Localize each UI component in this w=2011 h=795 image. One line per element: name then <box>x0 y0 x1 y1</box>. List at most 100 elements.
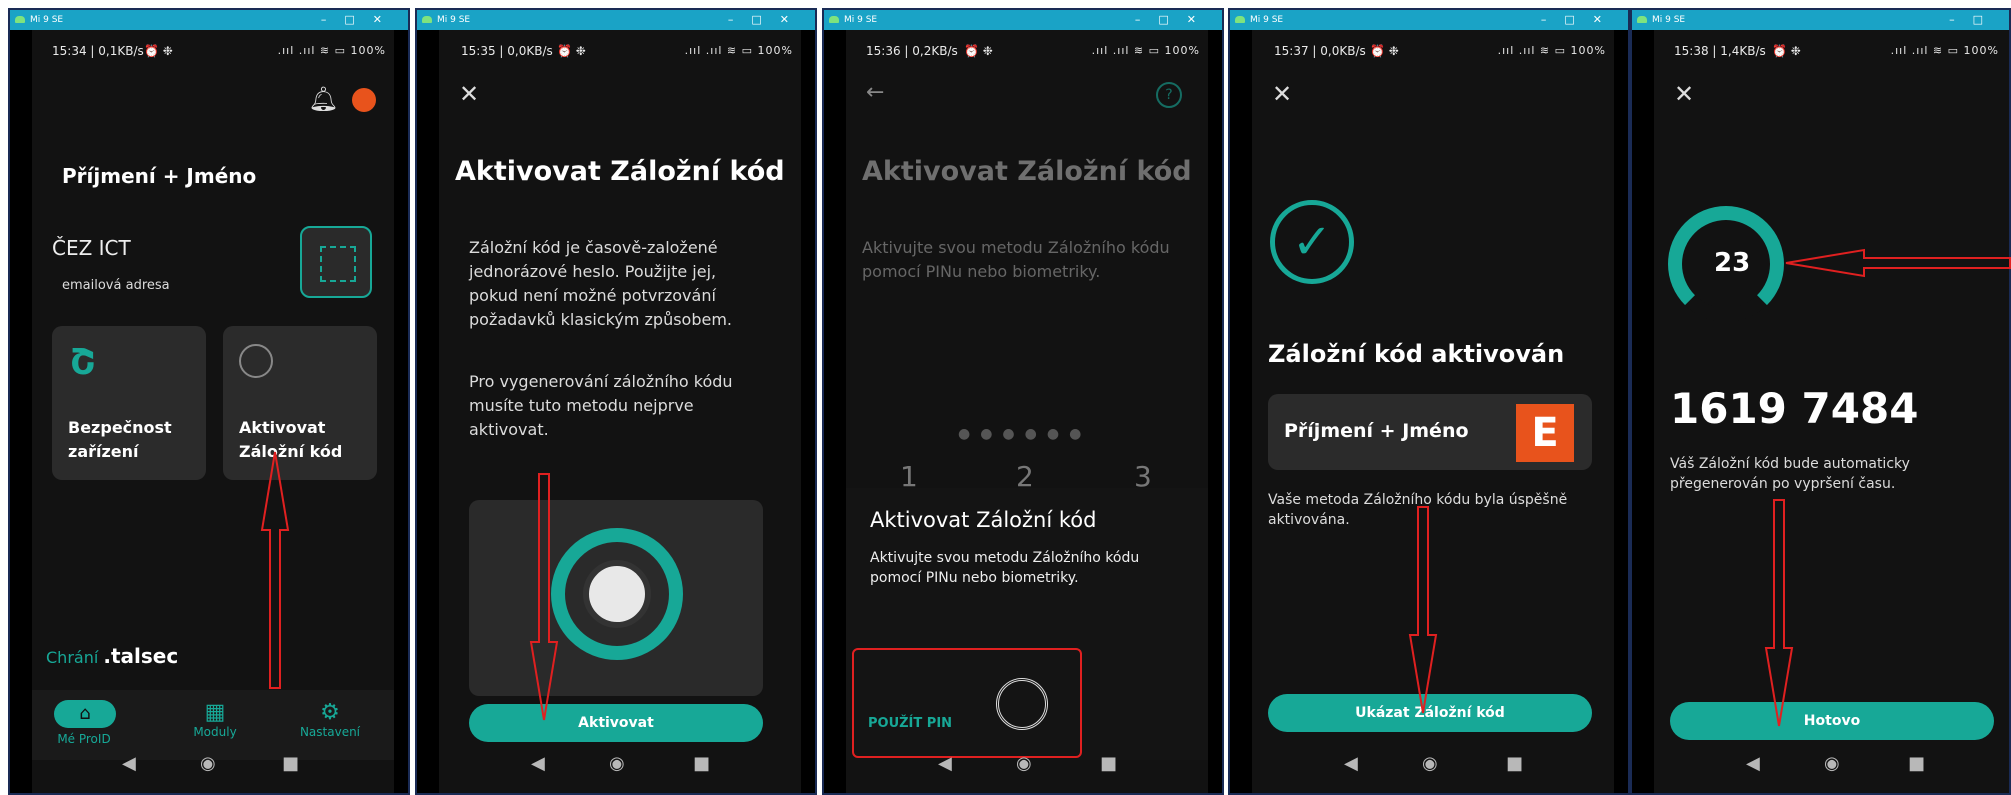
home-nav-icon[interactable]: ◉ <box>1824 753 1840 774</box>
status-time: 15:37 | 0,0KB/s <box>1274 44 1366 58</box>
status-time: 15:35 | 0,0KB/s <box>461 44 553 58</box>
recents-icon[interactable]: ■ <box>282 753 299 774</box>
phone-screen: 15:38 | 1,4KB/s ⏰ ❉ .ııl .ııl ≋ ▭ 100% ✕… <box>1654 30 2009 793</box>
activate-button[interactable]: Aktivovat <box>469 704 763 742</box>
bell-icon[interactable]: 🔔︎ <box>308 85 338 113</box>
back-arrow-icon[interactable]: ← <box>866 80 884 105</box>
stopwatch-icon <box>583 560 651 628</box>
window-controls[interactable]: –□ <box>1949 10 2001 30</box>
close-icon[interactable]: ✕ <box>1674 80 1694 108</box>
timer-illustration <box>469 500 763 696</box>
emulator-sidebar <box>1632 30 1654 793</box>
gear-icon: ⚙ <box>320 700 340 725</box>
status-right: .ııl .ııl ≋ ▭ 100% <box>1890 44 1999 57</box>
window-controls[interactable]: –□✕ <box>728 10 807 30</box>
biometric-dialog: Aktivovat Záložní kód Aktivujte svou met… <box>846 488 1208 760</box>
pin-dots: ●●●●●● <box>958 426 1092 442</box>
status-right: .ııl .ııl ≋ ▭ 100% <box>684 44 793 57</box>
org-name: ČEZ ICT <box>52 236 131 260</box>
recents-icon[interactable]: ■ <box>693 753 710 774</box>
countdown-value: 23 <box>1714 248 1751 278</box>
window-controls[interactable]: –□✕ <box>321 10 400 30</box>
android-nav: ◀ ◉ ■ <box>32 741 394 793</box>
status-icons: ⏰ ❉ <box>1772 44 1801 58</box>
emulator-sidebar <box>824 30 846 793</box>
page-title: Aktivovat Záložní kód <box>862 156 1192 187</box>
window-titlebar: Mi 9 SE –□ <box>1632 10 2009 30</box>
email-label: emailová adresa <box>62 278 170 293</box>
recents-icon[interactable]: ■ <box>1100 753 1117 774</box>
grid-icon: ▦ <box>204 700 226 725</box>
emulator-sidebar-right <box>1208 30 1222 793</box>
description: Záložní kód je časově-založené jednorázo… <box>469 238 732 329</box>
recents-icon[interactable]: ■ <box>1506 753 1523 774</box>
tab-settings[interactable]: ⚙ Nastavení <box>290 700 370 739</box>
back-icon[interactable]: ◀ <box>938 753 952 774</box>
use-pin-button[interactable]: POUŽÍT PIN <box>868 716 952 731</box>
home-icon: ⌂ <box>54 700 116 728</box>
done-button[interactable]: Hotovo <box>1670 702 1994 740</box>
android-nav: ◀ ◉ ■ <box>439 741 801 793</box>
status-time: 15:38 | 1,4KB/s <box>1674 44 1766 58</box>
status-icons: ⏰ ❉ <box>964 44 993 58</box>
backup-code: 1619 7484 <box>1670 384 1919 433</box>
emulator-sidebar-right <box>1614 30 1628 793</box>
talsec-t-icon: Շ <box>70 342 96 383</box>
window-controls[interactable]: –□✕ <box>1541 10 1620 30</box>
window-3: Mi 9 SE –□✕ 15:36 | 0,2KB/s ⏰ ❉ .ııl .ııl… <box>822 8 1224 795</box>
recents-icon[interactable]: ■ <box>1908 753 1925 774</box>
home-nav-icon[interactable]: ◉ <box>1422 753 1438 774</box>
tile-device-security[interactable]: Շ Bezpečnost zařízení <box>52 326 206 480</box>
cez-logo-icon: E <box>1516 404 1574 462</box>
annotation-arrow-up <box>260 451 290 689</box>
status-time: 15:34 | 0,1KB/s <box>52 44 144 58</box>
home-nav-icon[interactable]: ◉ <box>200 753 216 774</box>
window-titlebar: Mi 9 SE –□✕ <box>417 10 815 30</box>
close-icon[interactable]: ✕ <box>1272 80 1292 108</box>
help-icon[interactable]: ? <box>1156 82 1182 108</box>
emulator-sidebar <box>10 30 32 793</box>
fingerprint-icon[interactable] <box>996 678 1048 730</box>
back-icon[interactable]: ◀ <box>1746 753 1760 774</box>
home-nav-icon[interactable]: ◉ <box>1016 753 1032 774</box>
close-icon[interactable]: ✕ <box>459 80 479 108</box>
window-2: Mi 9 SE –□✕ 15:35 | 0,0KB/s ⏰ ❉ .ııl .ııl… <box>415 8 817 795</box>
tab-my-proid[interactable]: ⌂ Mé ProID <box>54 700 116 746</box>
back-icon[interactable]: ◀ <box>531 753 545 774</box>
app-logo-icon <box>422 16 432 23</box>
tile-activate-backup-code[interactable]: Aktivovat Záložní kód <box>223 326 377 480</box>
tile-label: Bezpečnost zařízení <box>68 418 172 461</box>
protected-by: Chrání .talsec <box>46 644 179 668</box>
window-titlebar: Mi 9 SE –□✕ <box>1230 10 1628 30</box>
status-right: .ııl .ııl ≋ ▭ 100% <box>1497 44 1606 57</box>
annotation-arrow-down <box>1408 506 1438 714</box>
home-nav-icon[interactable]: ◉ <box>609 753 625 774</box>
window-1: Mi 9 SE –□✕ 15:34 | 0,1KB/s ⏰ ❉ .ııl .ııl… <box>8 8 410 795</box>
window-titlebar: Mi 9 SE –□✕ <box>824 10 1222 30</box>
app-logo-icon <box>15 16 25 23</box>
timer-icon <box>239 344 273 378</box>
app-logo-icon <box>1637 16 1647 23</box>
qr-icon[interactable] <box>300 226 372 298</box>
annotation-arrow-down <box>1764 499 1794 727</box>
instruction: Pro vygenerování záložního kódu musíte t… <box>469 372 733 439</box>
app-logo-icon <box>1235 16 1245 23</box>
annotation-arrow-down <box>529 473 559 721</box>
window-controls[interactable]: –□✕ <box>1135 10 1214 30</box>
back-icon[interactable]: ◀ <box>1344 753 1358 774</box>
emulator-sidebar-right <box>394 30 408 793</box>
regenerate-text: Váš Záložní kód bude automaticky přegene… <box>1670 456 1910 492</box>
user-name: Příjmení + Jméno <box>62 164 257 188</box>
back-icon[interactable]: ◀ <box>122 753 136 774</box>
window-4: Mi 9 SE –□✕ 15:37 | 0,0KB/s ⏰ ❉ .ııl .ııl… <box>1228 8 1630 795</box>
android-nav: ◀ ◉ ■ <box>846 741 1208 793</box>
status-icons: ⏰ ❉ <box>557 44 586 58</box>
tab-modules[interactable]: ▦ Moduly <box>180 700 250 739</box>
window-5: Mi 9 SE –□ 15:38 | 1,4KB/s ⏰ ❉ .ııl .ııl … <box>1630 8 2011 795</box>
window-titlebar: Mi 9 SE –□✕ <box>10 10 408 30</box>
avatar[interactable] <box>352 88 376 112</box>
check-circle-icon: ✓ <box>1270 200 1354 284</box>
page-title: Aktivovat Záložní kód <box>455 156 785 187</box>
status-icons: ⏰ ❉ <box>144 44 173 58</box>
account-name: Příjmení + Jméno <box>1284 420 1469 442</box>
